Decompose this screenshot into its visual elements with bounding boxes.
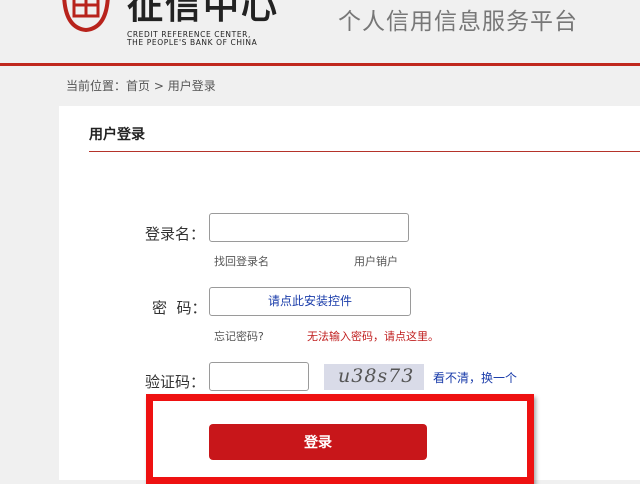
- refresh-captcha-link[interactable]: 看不清，换一个: [433, 369, 517, 386]
- platform-title: 个人信用信息服务平台: [338, 9, 578, 35]
- find-username-link[interactable]: 找回登录名: [214, 253, 269, 269]
- logo-text-en-line2: THE PEOPLE'S BANK OF CHINA: [127, 38, 258, 47]
- username-label: 登录名：: [145, 225, 206, 243]
- logo-text-cn: 征信中心: [127, 0, 280, 27]
- breadcrumb-current: 用户登录: [167, 79, 216, 93]
- breadcrumb: 当前位置：首页 > 用户登录: [66, 77, 216, 94]
- site-header: 征信中心 CREDIT REFERENCE CENTER, THE PEOPLE…: [0, 0, 640, 63]
- username-input[interactable]: [210, 214, 408, 241]
- captcha-input[interactable]: [210, 363, 308, 390]
- breadcrumb-prefix: 当前位置：: [66, 79, 127, 93]
- captcha-input-box: [209, 362, 309, 391]
- credit-center-seal-icon: [62, 0, 110, 33]
- breadcrumb-separator: >: [150, 79, 168, 93]
- breadcrumb-home-link[interactable]: 首页: [126, 79, 150, 93]
- header-divider: [0, 63, 640, 66]
- password-label: 密 码：: [152, 299, 207, 317]
- forgot-password-link[interactable]: 忘记密码?: [214, 328, 264, 344]
- panel-divider: [89, 151, 640, 152]
- captcha-image[interactable]: u38s73: [324, 364, 424, 390]
- panel-title: 用户登录: [89, 127, 145, 143]
- captcha-image-text: u38s73: [338, 365, 415, 387]
- install-password-control-button[interactable]: 请点此安装控件: [209, 287, 411, 316]
- highlight-box: [146, 394, 534, 484]
- captcha-label: 验证码：: [145, 373, 206, 391]
- username-input-box: [209, 213, 409, 242]
- cancel-account-link[interactable]: 用户销户: [354, 253, 398, 269]
- cannot-input-password-link[interactable]: 无法输入密码，请点这里。: [307, 328, 439, 344]
